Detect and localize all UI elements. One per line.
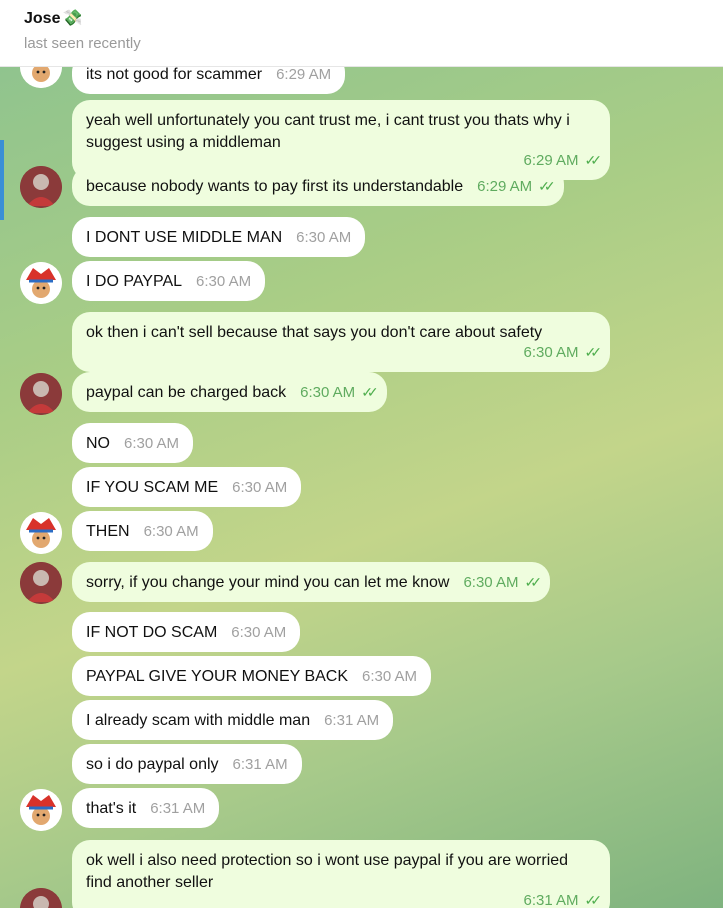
- money-emoji-icon: 💸: [62, 10, 83, 27]
- message-bubble[interactable]: THEN 6:30 AM: [72, 511, 213, 551]
- jose-avatar[interactable]: [20, 789, 62, 831]
- message-bubble[interactable]: ok then i can't sell because that says y…: [72, 312, 610, 372]
- chat-header[interactable]: Jose 💸 last seen recently: [0, 0, 723, 67]
- message-bubble[interactable]: its not good for scammer 6:29 AM: [72, 66, 346, 94]
- jose-avatar[interactable]: [20, 512, 62, 554]
- message-bubble[interactable]: ok well i also need protection so i wont…: [72, 840, 610, 908]
- message-time: 6:30 AM: [232, 479, 288, 496]
- double-check-icon: ✓✓: [524, 574, 542, 590]
- jose-avatar[interactable]: [20, 66, 62, 88]
- message-time: 6:30 AM: [124, 435, 180, 452]
- message-bubble[interactable]: sorry, if you change your mind you can l…: [72, 562, 550, 602]
- message-time: 6:30 AM: [523, 344, 579, 361]
- message-time: 6:30 AM: [296, 229, 352, 246]
- message-bubble[interactable]: IF NOT DO SCAM 6:30 AM: [72, 612, 301, 652]
- message-time: 6:30 AM: [143, 523, 199, 540]
- message-time: 6:29 AM: [276, 66, 332, 83]
- message-bubble[interactable]: I DONT USE MIDDLE MAN 6:30 AM: [72, 217, 366, 257]
- my-avatar[interactable]: [20, 166, 62, 208]
- selection-accent: [0, 140, 4, 220]
- message-bubble[interactable]: I already scam with middle man 6:31 AM: [72, 700, 394, 740]
- message-time: 6:31 AM: [150, 800, 206, 817]
- message-bubble[interactable]: IF YOU SCAM ME 6:30 AM: [72, 467, 302, 507]
- double-check-icon: ✓✓: [584, 152, 603, 168]
- message-bubble[interactable]: so i do paypal only 6:31 AM: [72, 744, 302, 784]
- message-bubble[interactable]: that's it 6:31 AM: [72, 788, 220, 828]
- message-time: 6:30 AM: [196, 273, 252, 290]
- message-time: 6:30 AM: [231, 624, 287, 641]
- message-bubble[interactable]: because nobody wants to pay first its un…: [72, 166, 564, 206]
- message-bubble[interactable]: PAYPAL GIVE YOUR MONEY BACK 6:30 AM: [72, 656, 432, 696]
- message-bubble[interactable]: I DO PAYPAL 6:30 AM: [72, 261, 266, 301]
- my-avatar[interactable]: [20, 373, 62, 415]
- message-time: 6:30 AM: [300, 384, 356, 401]
- my-avatar[interactable]: [20, 562, 62, 604]
- contact-status: last seen recently: [24, 35, 141, 52]
- message-time: 6:30 AM: [362, 668, 418, 685]
- double-check-icon: ✓✓: [361, 384, 379, 400]
- jose-avatar[interactable]: [20, 262, 62, 304]
- message-time: 6:31 AM: [324, 712, 380, 729]
- double-check-icon: ✓✓: [584, 892, 603, 908]
- chat-area[interactable]: its not good for scammer 6:29 AM yeah wel…: [0, 66, 723, 908]
- message-time: 6:31 AM: [523, 892, 579, 908]
- double-check-icon: ✓✓: [538, 178, 556, 194]
- message-bubble[interactable]: paypal can be charged back 6:30 AM ✓✓: [72, 372, 387, 412]
- double-check-icon: ✓✓: [584, 344, 603, 360]
- message-time: 6:30 AM: [463, 574, 519, 591]
- my-avatar[interactable]: [20, 888, 62, 908]
- contact-name[interactable]: Jose 💸: [24, 8, 82, 28]
- message-time: 6:29 AM: [477, 178, 533, 195]
- message-time: 6:31 AM: [232, 756, 288, 773]
- message-bubble[interactable]: NO 6:30 AM: [72, 423, 194, 463]
